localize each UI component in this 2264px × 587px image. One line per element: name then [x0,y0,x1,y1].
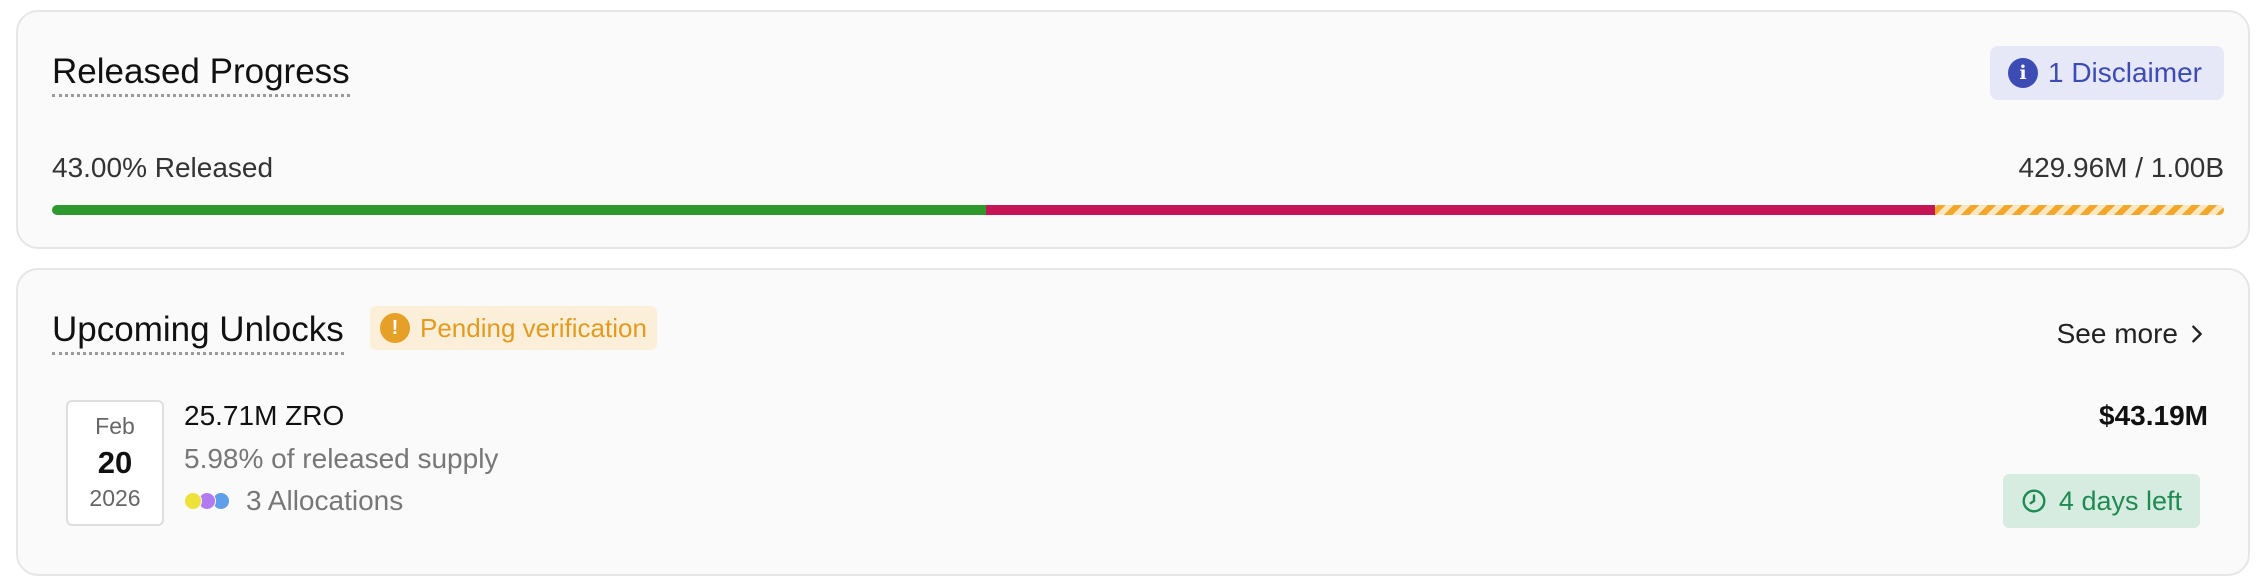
days-left-label: 4 days left [2058,485,2182,516]
days-left-badge: 4 days left [2002,474,2200,528]
disclaimer-label: 1 Disclaimer [2047,57,2202,88]
upcoming-unlocks-card: Upcoming Unlocks ! Pending verification … [16,268,2250,576]
unlock-amount: 25.71M ZRO [184,400,345,431]
disclaimer-button[interactable]: i 1 Disclaimer [1989,46,2224,100]
released-progress-title[interactable]: Released Progress [52,52,350,97]
unlock-year: 2026 [89,485,141,511]
pending-verification-badge: ! Pending verification [370,306,657,350]
unlock-share-of-supply: 5.98% of released supply [184,443,499,474]
released-progress-card: Released Progress i 1 Disclaimer 43.00% … [16,10,2250,249]
unlock-day: 20 [97,445,133,480]
allocation-dot [184,492,202,510]
released-percent-label: 43.00% Released [52,152,274,183]
unlock-date-box: Feb 20 2026 [66,400,164,526]
allocations-label: 3 Allocations [246,485,404,516]
info-icon: i [2007,58,2038,88]
pending-verification-label: Pending verification [420,312,647,343]
release-progress-bar [52,205,2224,215]
released-segment [52,205,986,215]
remaining-segment [1935,205,2224,215]
warning-icon: ! [380,313,410,343]
allocations-row[interactable]: 3 Allocations [184,485,403,517]
upcoming-unlocks-title[interactable]: Upcoming Unlocks [52,310,344,355]
unlock-month: Feb [95,413,135,439]
allocation-dots [184,491,238,511]
second-segment [985,205,1936,215]
unlock-value: $43.19M [2099,400,2208,431]
chevron-right-icon [2192,325,2202,343]
see-more-label: See more [2056,318,2178,349]
clock-icon [2022,489,2046,513]
released-amount-label: 429.96M / 1.00B [2018,152,2224,183]
see-more-link[interactable]: See more [2057,318,2208,350]
